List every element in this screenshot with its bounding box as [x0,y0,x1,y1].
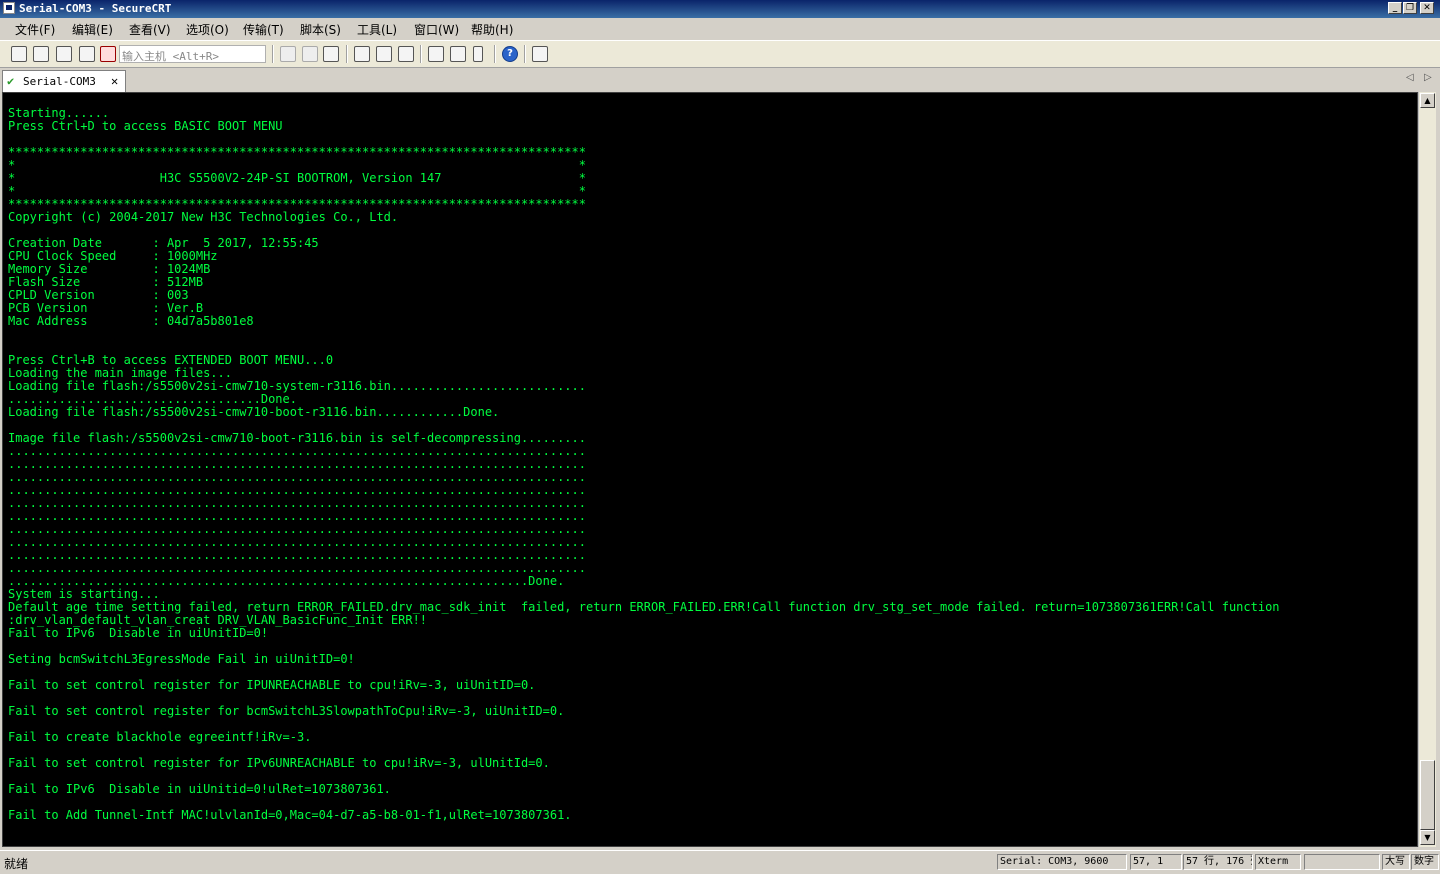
terminal-line: Fail to set control register for IPv6UNR… [8,756,550,770]
status-bar: 就绪 Serial: COM3, 9600 57, 1 57 行, 176 列 … [0,850,1440,874]
window-title: Serial-COM3 - SecureCRT [19,2,172,15]
find-icon[interactable] [323,46,339,62]
copy-icon[interactable] [280,46,296,62]
status-blank [1304,854,1380,870]
menu-help[interactable]: 帮助(H) [471,21,513,38]
restore-button[interactable]: ❐ [1403,2,1417,14]
quick-connect-icon[interactable] [33,46,49,62]
print-icon[interactable] [354,46,370,62]
close-tab-icon[interactable]: ✕ [111,74,118,88]
paste-icon[interactable] [302,46,318,62]
terminal-line: Mac Address : 04d7a5b801e8 [8,314,254,328]
terminal-line: Fail to set control register for bcmSwit… [8,704,565,718]
status-emulation: Xterm [1255,854,1301,870]
reconnect-icon[interactable] [79,46,95,62]
keymap-icon[interactable] [473,46,483,62]
connect-icon[interactable] [11,46,27,62]
status-connection: Serial: COM3, 9600 [997,854,1127,870]
toolbar-separator [420,45,422,63]
help-icon[interactable]: ? [502,46,518,62]
session-options-icon[interactable] [428,46,444,62]
terminal-line: Fail to create blackhole egreeintf!iRv=-… [8,730,312,744]
terminal-line: Press Ctrl+D to access BASIC BOOT MENU [8,119,283,133]
terminal-line: Fail to set control register for IPUNREA… [8,678,536,692]
terminal-line: Seting bcmSwitchL3EgressMode Fail in uiU… [8,652,355,666]
toolbar-separator [494,45,496,63]
tab-serial-com3[interactable]: ✔ Serial-COM3 ✕ [2,70,126,92]
disconnect-icon[interactable] [100,46,116,62]
toolbar-separator [272,45,274,63]
menu-window[interactable]: 窗口(W) [414,21,459,38]
terminal-line: Fail to Add Tunnel-Intf MAC!ulvlanId=0,M… [8,808,572,822]
print-selection-icon[interactable] [376,46,392,62]
menu-bar: 文件(F) 编辑(E) 查看(V) 选项(O) 传输(T) 脚本(S) 工具(L… [0,18,1440,38]
securecrt-app-icon[interactable] [3,2,15,14]
terminal-line: Copyright (c) 2004-2017 New H3C Technolo… [8,210,399,224]
terminal-output[interactable]: Starting...... Press Ctrl+D to access BAS… [2,92,1418,847]
menu-edit[interactable]: 编辑(E) [72,21,113,38]
toolbar-separator [524,45,526,63]
close-window-button[interactable]: ✕ [1420,2,1434,14]
quick-connect-input[interactable]: 输入主机 <Alt+R> [119,45,266,63]
terminal-scrollbar[interactable]: ▲ ▼ [1418,92,1436,847]
title-bar: Serial-COM3 - SecureCRT _ ❐ ✕ [0,0,1440,18]
session-tab-bar: ✔ Serial-COM3 ✕ ◁ ▷ [0,68,1440,92]
terminal-line: Fail to IPv6 Disable in uiUnitid=0!ulRet… [8,782,391,796]
connect-in-tab-icon[interactable] [56,46,72,62]
menu-transfer[interactable]: 传输(T) [243,21,284,38]
toolbar-separator [346,45,348,63]
terminal-line: Loading file flash:/s5500v2si-cmw710-boo… [8,405,500,419]
screen-icon[interactable] [532,46,548,62]
status-rows-cols: 57 行, 176 列 [1183,854,1253,870]
connected-check-icon: ✔ [7,74,15,88]
global-options-icon[interactable] [450,46,466,62]
menu-tools[interactable]: 工具(L) [357,21,397,38]
terminal-line: Fail to IPv6 Disable in uiUnitID=0! [8,626,269,640]
tab-scroll-right-icon[interactable]: ▷ [1424,72,1432,83]
status-ready: 就绪 [4,857,29,871]
menu-view[interactable]: 查看(V) [129,21,171,38]
scroll-thumb[interactable] [1420,760,1435,830]
status-cursor-position: 57, 1 [1130,854,1182,870]
scroll-up-button[interactable]: ▲ [1420,93,1435,108]
minimize-button[interactable]: _ [1388,2,1402,14]
menu-file[interactable]: 文件(F) [15,21,55,38]
toolbar: 输入主机 <Alt+R> ? [0,40,1440,68]
menu-options[interactable]: 选项(O) [186,21,229,38]
print-setup-icon[interactable] [398,46,414,62]
status-num-lock: 数字 [1411,854,1439,870]
menu-script[interactable]: 脚本(S) [300,21,341,38]
status-caps-lock: 大写 [1382,854,1410,870]
scroll-down-button[interactable]: ▼ [1420,830,1435,845]
tab-scroll-left-icon[interactable]: ◁ [1406,72,1414,83]
tab-label: Serial-COM3 [23,75,96,88]
